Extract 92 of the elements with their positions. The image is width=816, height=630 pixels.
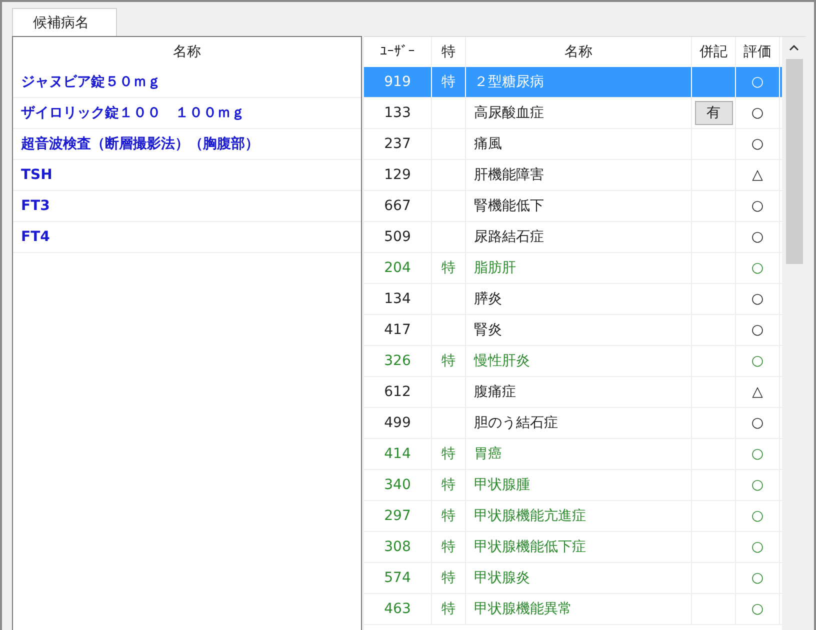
table-cell: 腎機能低下 bbox=[474, 197, 544, 215]
table-cell: 腎炎 bbox=[474, 321, 502, 339]
table-cell: 胆のう結石症 bbox=[474, 414, 558, 432]
scrollbar[interactable] bbox=[782, 37, 806, 630]
table-cell: 特 bbox=[442, 538, 456, 556]
rating-mark: ○ bbox=[751, 260, 764, 276]
table-cell: 326 bbox=[384, 353, 411, 369]
list-item[interactable]: FT3 bbox=[13, 191, 361, 222]
rating-mark: △ bbox=[752, 167, 763, 183]
table-row[interactable]: 204 特 脂肪肝 ○ bbox=[364, 253, 782, 284]
table-cell: ２型糖尿病 bbox=[474, 73, 544, 91]
table-cell: 308 bbox=[384, 539, 411, 555]
table-cell: 脂肪肝 bbox=[474, 259, 516, 277]
table-cell: 肝機能障害 bbox=[474, 166, 544, 184]
column-header: 名称 bbox=[172, 43, 202, 62]
rating-mark: ○ bbox=[751, 136, 764, 152]
table-row[interactable]: 340 特 甲状腺腫 ○ bbox=[364, 470, 782, 501]
table-cell: 膵炎 bbox=[474, 290, 502, 308]
table-cell: 129 bbox=[384, 167, 411, 183]
rating-mark: ○ bbox=[751, 539, 764, 555]
table-row[interactable]: 414 特 胃癌 ○ bbox=[364, 439, 782, 470]
table-row[interactable]: 574 特 甲状腺炎 ○ bbox=[364, 563, 782, 594]
table-cell: 痛風 bbox=[474, 135, 502, 153]
rating-mark: ○ bbox=[751, 322, 764, 338]
table-cell: 甲状腺機能亢進症 bbox=[474, 507, 586, 525]
rating-mark: ○ bbox=[751, 477, 764, 493]
rating-mark: ○ bbox=[751, 415, 764, 431]
table-cell: 574 bbox=[384, 570, 411, 586]
table-cell: 特 bbox=[442, 507, 456, 525]
rating-mark: ○ bbox=[751, 570, 764, 586]
table-cell: 腹痛症 bbox=[474, 383, 516, 401]
table-row[interactable]: 134 膵炎 ○ bbox=[364, 284, 782, 315]
table-cell: 612 bbox=[384, 384, 411, 400]
table-cell: 慢性肝炎 bbox=[474, 352, 530, 370]
table-cell: 甲状腺機能低下症 bbox=[474, 538, 586, 556]
scrollbar-thumb[interactable] bbox=[786, 59, 802, 264]
rating-mark: ○ bbox=[751, 229, 764, 245]
table-cell: 甲状腺機能異常 bbox=[474, 600, 572, 618]
table-row[interactable]: 499 胆のう結石症 ○ bbox=[364, 408, 782, 439]
table-cell: 高尿酸血症 bbox=[474, 104, 544, 122]
table-cell: 509 bbox=[384, 229, 411, 245]
table-cell: 特 bbox=[442, 73, 456, 91]
table-cell: 499 bbox=[384, 415, 411, 431]
rating-mark: ○ bbox=[751, 353, 764, 369]
rating-mark: ○ bbox=[751, 601, 764, 617]
rating-mark: ○ bbox=[751, 508, 764, 524]
table-cell: 297 bbox=[384, 508, 411, 524]
table-cell: 237 bbox=[384, 136, 411, 152]
rating-mark: ○ bbox=[751, 105, 764, 121]
table-row[interactable]: 129 肝機能障害 △ bbox=[364, 160, 782, 191]
combined-button[interactable]: 有 bbox=[694, 101, 732, 125]
table-cell: 667 bbox=[384, 198, 411, 214]
table-cell: 特 bbox=[442, 600, 456, 618]
table-cell: 甲状腺炎 bbox=[474, 569, 530, 587]
table-cell: 463 bbox=[384, 601, 411, 617]
table-cell: 919 bbox=[384, 74, 411, 90]
table-cell: 甲状腺腫 bbox=[474, 476, 530, 494]
table-row[interactable]: 612 腹痛症 △ bbox=[364, 377, 782, 408]
table-cell: 胃癌 bbox=[474, 445, 502, 463]
table-cell: 414 bbox=[384, 446, 411, 462]
list-item[interactable]: ザイロリック錠１００ １００ｍｇ bbox=[13, 98, 361, 129]
table-cell: 特 bbox=[442, 259, 456, 277]
list-item[interactable]: 超音波検査（断層撮影法）（胸腹部） bbox=[13, 129, 361, 160]
list-item[interactable]: FT4 bbox=[13, 222, 361, 253]
list-item[interactable]: ジャヌビア錠５０ｍｇ bbox=[13, 67, 361, 98]
table-cell: 417 bbox=[384, 322, 411, 338]
tab[interactable]: 候補病名 bbox=[12, 8, 117, 36]
table-cell: 特 bbox=[442, 445, 456, 463]
table-row[interactable]: 463 特 甲状腺機能異常 ○ bbox=[364, 594, 782, 625]
table-row[interactable]: 667 腎機能低下 ○ bbox=[364, 191, 782, 222]
table-cell: 134 bbox=[384, 291, 411, 307]
table-cell: 204 bbox=[384, 260, 411, 276]
table-cell: 340 bbox=[384, 477, 411, 493]
rating-mark: ○ bbox=[751, 291, 764, 307]
rating-mark: △ bbox=[752, 384, 763, 400]
rating-mark: ○ bbox=[751, 74, 764, 90]
table-row[interactable]: 237 痛風 ○ bbox=[364, 129, 782, 160]
table-cell: 特 bbox=[442, 569, 456, 587]
table-row[interactable]: 297 特 甲状腺機能亢進症 ○ bbox=[364, 501, 782, 532]
table-cell: 特 bbox=[442, 476, 456, 494]
table-cell: 尿路結石症 bbox=[474, 228, 544, 246]
table-row[interactable]: 509 尿路結石症 ○ bbox=[364, 222, 782, 253]
scroll-up-icon[interactable] bbox=[789, 45, 799, 51]
table-cell: 特 bbox=[442, 352, 456, 370]
rating-mark: ○ bbox=[751, 446, 764, 462]
list-item[interactable]: TSH bbox=[13, 160, 361, 191]
table-cell: 133 bbox=[384, 105, 411, 121]
table-row[interactable]: 133 高尿酸血症 有 ○ bbox=[364, 98, 782, 129]
table-row[interactable]: 326 特 慢性肝炎 ○ bbox=[364, 346, 782, 377]
rating-mark: ○ bbox=[751, 198, 764, 214]
table-row[interactable]: 417 腎炎 ○ bbox=[364, 315, 782, 346]
table-row[interactable]: 308 特 甲状腺機能低下症 ○ bbox=[364, 532, 782, 563]
